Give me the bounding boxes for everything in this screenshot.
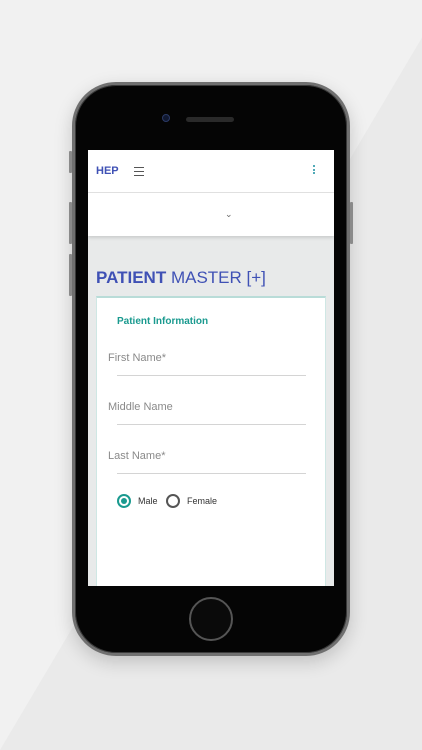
last-name-underline bbox=[117, 473, 306, 474]
page-title: PATIENT MASTER [+] bbox=[96, 268, 266, 288]
middle-name-placeholder: Middle Name bbox=[108, 401, 173, 413]
first-name-underline bbox=[117, 375, 306, 376]
app-topbar: HEP bbox=[88, 150, 334, 193]
male-radio[interactable] bbox=[117, 494, 131, 508]
phone-volume-up bbox=[69, 202, 72, 244]
section-title: Patient Information bbox=[117, 316, 209, 327]
chevron-down-icon[interactable]: ⌄ bbox=[225, 209, 233, 220]
phone-mute-switch bbox=[69, 151, 72, 173]
front-camera bbox=[162, 114, 170, 122]
first-name-field[interactable]: First Name* bbox=[108, 352, 306, 376]
phone-power-button bbox=[350, 202, 353, 244]
kebab-menu-icon[interactable] bbox=[313, 165, 316, 175]
page-title-bold: PATIENT bbox=[96, 268, 167, 287]
patient-info-card: Patient Information First Name* Middle N… bbox=[96, 296, 326, 586]
earpiece-speaker bbox=[186, 117, 234, 122]
page-title-rest[interactable]: MASTER [+] bbox=[171, 268, 266, 287]
last-name-field[interactable]: Last Name* bbox=[108, 450, 306, 474]
last-name-placeholder: Last Name* bbox=[108, 450, 166, 462]
home-button[interactable] bbox=[189, 597, 233, 641]
female-label[interactable]: Female bbox=[187, 496, 217, 506]
hamburger-menu-icon[interactable] bbox=[134, 164, 144, 176]
collapsible-subbar: ⌄ bbox=[88, 193, 334, 236]
male-label[interactable]: Male bbox=[138, 496, 158, 506]
middle-name-field[interactable]: Middle Name bbox=[108, 401, 306, 425]
phone-volume-down bbox=[69, 254, 72, 296]
female-radio[interactable] bbox=[166, 494, 180, 508]
first-name-placeholder: First Name* bbox=[108, 352, 167, 364]
middle-name-underline bbox=[117, 424, 306, 425]
app-brand[interactable]: HEP bbox=[96, 165, 119, 177]
app-screen: HEP ⌄ PATIENT MASTER [+] Patient Informa… bbox=[88, 150, 334, 586]
